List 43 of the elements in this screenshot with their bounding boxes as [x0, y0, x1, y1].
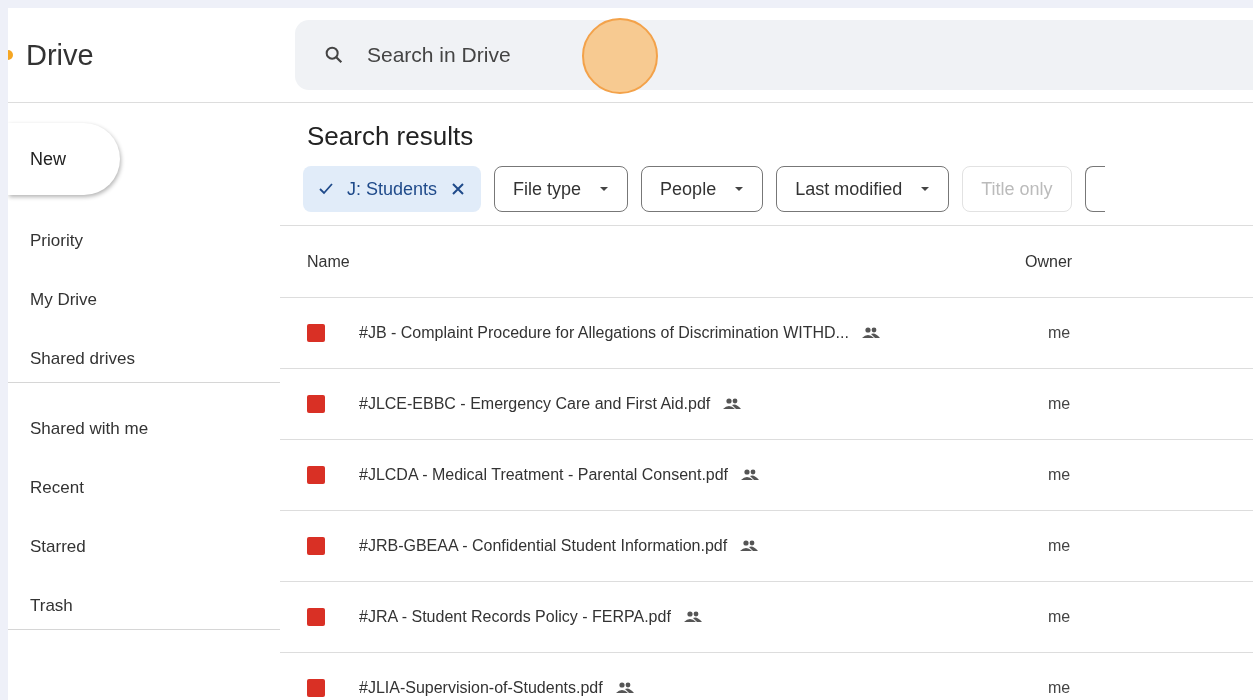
pdf-icon — [307, 395, 325, 413]
check-icon — [319, 183, 333, 195]
sidebar-item[interactable]: Shared with me — [8, 399, 280, 458]
owner-cell-text: me — [1048, 466, 1072, 484]
sidebar-item[interactable]: Recent — [8, 458, 280, 517]
owner-cell-text: me — [1048, 537, 1072, 555]
results-title: Search results — [307, 120, 475, 152]
file-name[interactable]: #JLIA-Supervision-of-Students.pdf — [359, 679, 603, 697]
pdf-icon — [307, 608, 325, 626]
owner-cell-text: me — [1048, 324, 1072, 342]
column-header[interactable]: Name — [307, 252, 1025, 271]
filter-dropdown[interactable]: Last modified — [776, 166, 950, 212]
owner-cell-text: me — [1048, 679, 1072, 697]
pdf-icon — [307, 466, 325, 484]
caret-icon — [599, 186, 610, 192]
pdf-icon — [307, 679, 325, 697]
sidebar-item[interactable]: Trash — [8, 576, 280, 635]
column-header[interactable]: Owner — [1025, 252, 1073, 271]
caret-icon — [734, 186, 745, 192]
filter-dropdown[interactable]: File type — [494, 166, 629, 212]
sidebar-item[interactable]: Priority — [8, 211, 280, 270]
filter-dropdown[interactable]: People — [641, 166, 764, 212]
pdf-icon — [307, 324, 325, 342]
sidebar-item[interactable]: Starred — [8, 517, 280, 576]
search-input[interactable]: Search in Drive — [365, 42, 769, 68]
sidebar-item[interactable]: Shared drives — [8, 329, 280, 388]
file-name[interactable]: #JRA - Student Records Policy - FERPA.pdf — [359, 608, 671, 626]
close-icon[interactable] — [451, 182, 466, 196]
caret-icon — [920, 186, 931, 192]
pdf-icon — [307, 537, 325, 555]
owner-cell-text: me — [1048, 395, 1072, 413]
app-title: Drive — [26, 38, 94, 72]
filter-chip[interactable]: J: Students — [303, 166, 482, 212]
new-button[interactable]: New — [8, 123, 120, 195]
logo-icon — [8, 50, 13, 60]
filter-chip[interactable] — [1084, 166, 1105, 212]
file-name[interactable]: #JRB-GBEAA - Confidential Student Information.pdf — [359, 537, 728, 555]
file-name[interactable]: #JLCE-EBBC - Emergency Care and First Aid.pdf — [359, 395, 711, 413]
owner-cell-text: me — [1048, 608, 1072, 626]
file-name[interactable]: #JLCDA - Medical Treatment - Parental Consent.pdf — [359, 466, 729, 484]
file-name[interactable]: #JB - Complaint Procedure for Allegations of Discrimination WITHD... — [359, 324, 849, 342]
sidebar-item[interactable]: My Drive — [8, 270, 280, 329]
search-icon — [323, 44, 345, 66]
